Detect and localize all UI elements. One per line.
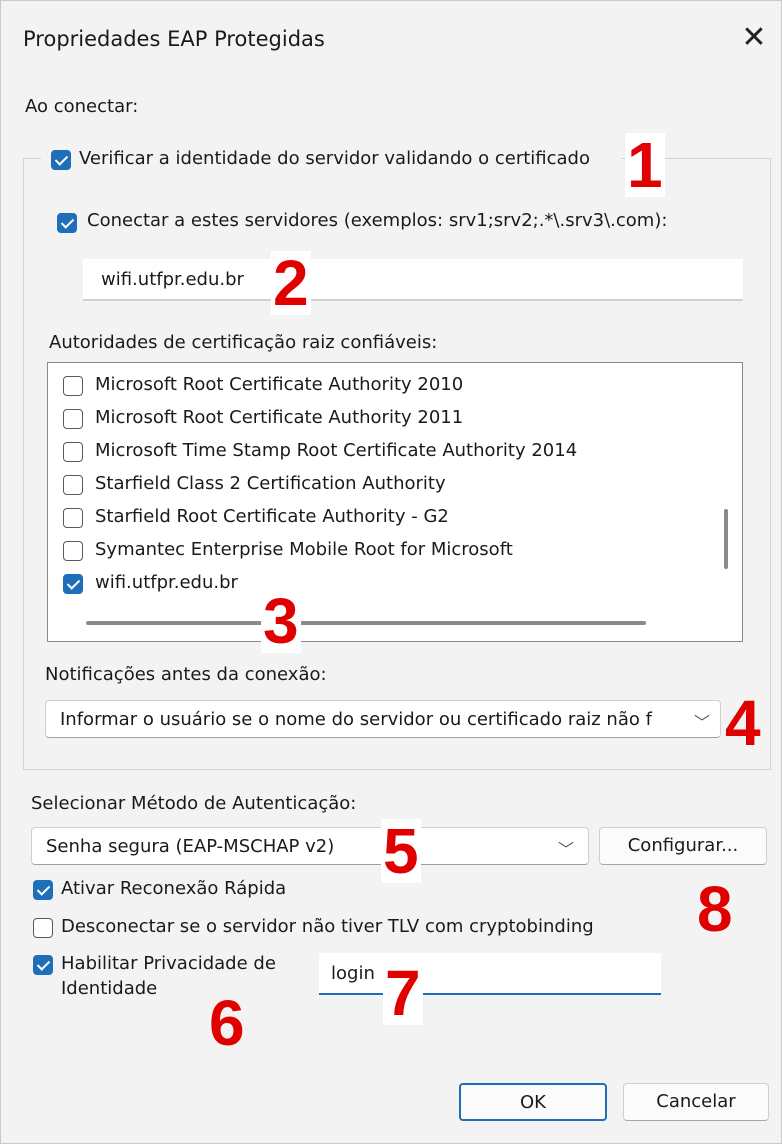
identity-input-value: login	[331, 963, 375, 984]
ca-label: wifi.utfpr.edu.br	[95, 572, 238, 593]
list-item[interactable]: Microsoft Time Stamp Root Certificate Au…	[48, 434, 708, 467]
ca-label: Starfield Root Certificate Authority - G…	[95, 506, 449, 527]
cancel-button[interactable]: Cancelar	[623, 1083, 769, 1121]
horizontal-scrollbar[interactable]	[86, 621, 646, 625]
fast-reconnect-checkbox[interactable]	[33, 880, 53, 900]
ca-checkbox[interactable]	[63, 475, 83, 495]
disconnect-tlv-checkbox[interactable]	[33, 918, 53, 938]
ca-checkbox[interactable]	[63, 442, 83, 462]
annotation-marker-8: 8	[695, 873, 735, 945]
ca-checkbox[interactable]	[63, 574, 83, 594]
annotation-marker-7: 7	[383, 957, 423, 1029]
trusted-ca-list[interactable]: Microsoft Root Certificate Authority 201…	[47, 362, 743, 642]
auth-method-label: Selecionar Método de Autenticação:	[31, 793, 357, 814]
verify-server-label: Verificar a identidade do servidor valid…	[79, 148, 590, 169]
chevron-down-icon: ﹀	[558, 840, 575, 859]
vertical-scrollbar[interactable]	[724, 509, 728, 569]
auth-method-selected: Senha segura (EAP-MSCHAP v2)	[46, 836, 335, 857]
auth-method-dropdown[interactable]: Senha segura (EAP-MSCHAP v2) ﹀	[31, 827, 589, 865]
annotation-marker-1: 1	[625, 129, 665, 201]
title-bar: Propriedades EAP Protegidas ✕	[1, 1, 781, 81]
annotation-marker-3: 3	[261, 585, 301, 657]
annotation-marker-5: 5	[381, 815, 421, 887]
identity-privacy-checkbox[interactable]	[33, 955, 53, 975]
list-item[interactable]: Starfield Class 2 Certification Authorit…	[48, 467, 708, 500]
ca-checkbox[interactable]	[63, 508, 83, 528]
annotation-marker-6: 6	[207, 987, 247, 1059]
ca-label: Microsoft Root Certificate Authority 201…	[95, 374, 464, 395]
chevron-down-icon: ﹀	[694, 713, 711, 732]
disconnect-tlv-label: Desconectar se o servidor não tiver TLV …	[61, 916, 594, 937]
annotation-marker-4: 4	[723, 687, 763, 759]
notifications-label: Notificações antes da conexão:	[45, 664, 327, 685]
connect-servers-label: Conectar a estes servidores (exemplos: s…	[87, 210, 668, 231]
list-item[interactable]: wifi.utfpr.edu.br	[48, 566, 708, 599]
list-item[interactable]: Microsoft Root Certificate Authority 201…	[48, 368, 708, 401]
list-item[interactable]: Starfield Root Certificate Authority - G…	[48, 500, 708, 533]
list-item[interactable]: Symantec Enterprise Mobile Root for Micr…	[48, 533, 708, 566]
ca-label: Symantec Enterprise Mobile Root for Micr…	[95, 539, 513, 560]
identity-input[interactable]: login	[319, 953, 661, 995]
ok-button[interactable]: OK	[459, 1083, 607, 1121]
ca-label: Starfield Class 2 Certification Authorit…	[95, 473, 446, 494]
ca-checkbox[interactable]	[63, 376, 83, 396]
close-icon[interactable]: ✕	[739, 23, 769, 53]
trusted-ca-label: Autoridades de certificação raiz confiáv…	[49, 332, 438, 353]
notifications-selected: Informar o usuário se o nome do servidor…	[60, 709, 652, 730]
notifications-dropdown[interactable]: Informar o usuário se o nome do servidor…	[45, 700, 721, 738]
identity-privacy-label-line1: Habilitar Privacidade de	[61, 953, 276, 974]
dialog-window: Propriedades EAP Protegidas ✕ Ao conecta…	[0, 0, 782, 1144]
ca-checkbox[interactable]	[63, 409, 83, 429]
verify-server-row[interactable]: Verificar a identidade do servidor valid…	[41, 141, 621, 177]
servers-input-value: wifi.utfpr.edu.br	[101, 269, 244, 290]
window-title: Propriedades EAP Protegidas	[23, 27, 325, 51]
fast-reconnect-label: Ativar Reconexão Rápida	[61, 878, 287, 899]
ca-label: Microsoft Time Stamp Root Certificate Au…	[95, 440, 578, 461]
ca-checkbox[interactable]	[63, 541, 83, 561]
ca-label: Microsoft Root Certificate Authority 201…	[95, 407, 464, 428]
identity-privacy-label-line2: Identidade	[61, 978, 158, 999]
configure-button[interactable]: Configurar...	[599, 827, 767, 865]
list-item[interactable]: Microsoft Root Certificate Authority 201…	[48, 401, 708, 434]
verify-server-checkbox[interactable]	[51, 150, 71, 170]
servers-input[interactable]: wifi.utfpr.edu.br	[83, 259, 743, 301]
annotation-marker-2: 2	[271, 247, 311, 319]
on-connect-label: Ao conectar:	[25, 96, 139, 117]
connect-servers-checkbox[interactable]	[57, 213, 77, 233]
